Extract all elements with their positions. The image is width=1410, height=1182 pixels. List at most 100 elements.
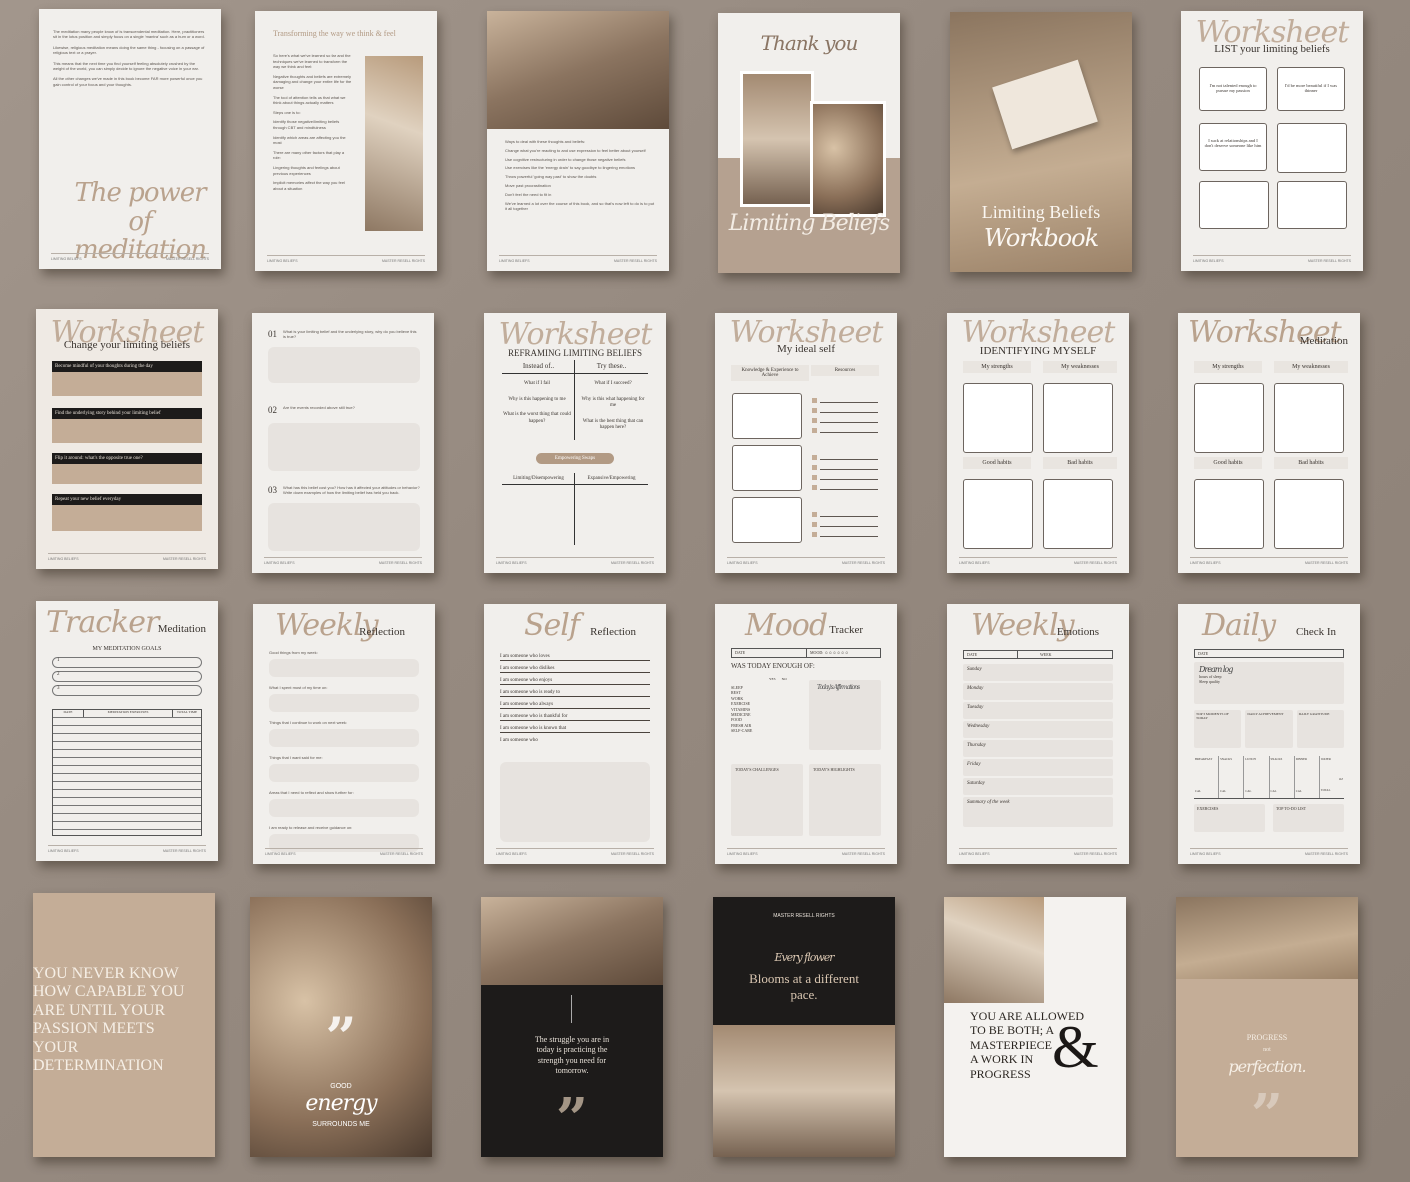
challenges-box[interactable]: TODAY'S CHALLENGES	[731, 764, 803, 836]
prompt-field[interactable]	[269, 799, 419, 817]
answer-field[interactable]	[268, 423, 420, 471]
quote-good-energy[interactable]: ” GOOD energy SURROUNDS ME	[250, 897, 432, 1157]
belief-box[interactable]: I'd be more beautiful if I was thinner	[1277, 67, 1345, 111]
swap-item: What if I fail	[524, 381, 550, 386]
goal-field[interactable]: 1	[52, 657, 202, 668]
belief-box[interactable]: I'm not talented enough to pursue my pas…	[1199, 67, 1267, 111]
date-field[interactable]: DATE	[732, 649, 806, 657]
date-field[interactable]: DATE	[964, 651, 1017, 658]
exercises-box[interactable]: EXERCISES	[1194, 804, 1265, 832]
weaknesses-box[interactable]	[1274, 383, 1344, 453]
goal-box[interactable]	[732, 445, 802, 491]
script-heading: Self	[524, 608, 580, 643]
page-change-beliefs[interactable]: Worksheet Change your limiting beliefs B…	[36, 309, 218, 569]
reflection-line[interactable]: I am someone who enjoys	[500, 678, 650, 685]
achievement-box[interactable]: DAILY ACHIEVEMENT	[1245, 710, 1293, 748]
top-moments-box[interactable]: TOP 3 MOMENTS OF TODAY	[1194, 710, 1242, 748]
tracker-table[interactable]: DATE MEDITATION EXERCISES TOTAL TIME	[52, 709, 202, 836]
good-habits-box[interactable]	[1194, 479, 1264, 549]
summary-row[interactable]: Summary of the week	[963, 797, 1113, 827]
reflection-line[interactable]: I am someone who always	[500, 702, 650, 709]
meals-table[interactable]: BREAKFAST CAL SNACKS CAL LUNCH CAL SNACKS CA…	[1194, 756, 1344, 799]
page-cover-workbook[interactable]: Limiting Beliefs Workbook	[950, 12, 1132, 272]
belief-box[interactable]	[1199, 181, 1269, 229]
script-heading: Tracker	[46, 605, 159, 640]
answer-field[interactable]	[268, 503, 420, 551]
goal-box[interactable]	[732, 393, 802, 439]
reflection-line[interactable]: I am someone who	[500, 738, 650, 744]
day-row[interactable]: Wednesday	[963, 721, 1113, 738]
reflection-line[interactable]: I am someone who loves	[500, 654, 650, 661]
dream-log-box[interactable]: Dream log hours of sleep Sleep quality	[1194, 662, 1344, 704]
quote-every-flower[interactable]: MASTER RESELL RIGHTS Every flower Blooms…	[713, 897, 895, 1157]
weaknesses-box[interactable]	[1043, 383, 1113, 453]
good-habits-box[interactable]	[963, 479, 1033, 549]
quote-never-know[interactable]: YOU NEVER KNOW HOW CAPABLE YOU ARE UNTIL…	[33, 893, 215, 1157]
section-label: Bad habits	[1043, 457, 1117, 469]
reflection-notes[interactable]	[500, 762, 650, 842]
day-row[interactable]: Saturday	[963, 778, 1113, 795]
strengths-box[interactable]	[963, 383, 1033, 453]
page-weekly-reflection[interactable]: Weekly Reflection Good things from my we…	[253, 604, 435, 864]
day-row[interactable]: Friday	[963, 759, 1113, 776]
bad-habits-box[interactable]	[1274, 479, 1344, 549]
bad-habits-box[interactable]	[1043, 479, 1113, 549]
goal-field[interactable]: 2	[52, 671, 202, 682]
page-questions[interactable]: 01 What is your limiting belief and the u…	[252, 313, 434, 573]
belief-box[interactable]: I suck at relationships and I don't dese…	[1199, 123, 1267, 171]
prompt-field[interactable]	[269, 694, 419, 712]
page-ways-to-deal[interactable]: Ways to deal with these thoughts and bel…	[487, 11, 669, 271]
step-notes[interactable]	[52, 419, 202, 443]
page-daily-check-in[interactable]: Daily Check In DATE Dream log hours of s…	[1178, 604, 1360, 864]
day-row[interactable]: Sunday	[963, 664, 1113, 681]
step-notes[interactable]	[52, 505, 202, 531]
question-text: Are the events recorded above still true…	[283, 405, 355, 410]
step-notes[interactable]	[52, 464, 202, 484]
step-bar: Find the underlying story behind your li…	[52, 408, 202, 419]
page-ideal-self[interactable]: Worksheet My ideal self Knowledge & Expe…	[715, 313, 897, 573]
divider-line	[571, 995, 572, 1023]
highlights-box[interactable]: TODAY'S HIGHLIGHTS	[809, 764, 881, 836]
week-field[interactable]: WEEK	[1017, 651, 1112, 658]
prompt-field[interactable]	[269, 659, 419, 677]
page-power-of-meditation[interactable]: The meditation many people know of is tr…	[39, 9, 221, 269]
paragraph: There are many other factors that play a…	[273, 149, 345, 161]
page-meditation-tracker[interactable]: Tracker Meditation MY MEDITATION GOALS 1…	[36, 601, 218, 861]
day-row[interactable]: Thursday	[963, 740, 1113, 757]
belief-box[interactable]	[1277, 123, 1347, 173]
strengths-box[interactable]	[1194, 383, 1264, 453]
prompt-field[interactable]	[269, 729, 419, 747]
page-mood-tracker[interactable]: Mood Tracker DATE MOOD: ☺☺☺☺☺☺ WAS TODAY…	[715, 604, 897, 864]
gratitude-box[interactable]: DAILY GRATITUDE	[1296, 710, 1344, 748]
day-row[interactable]: Monday	[963, 683, 1113, 700]
todo-box[interactable]: TOP TO-DO LIST	[1273, 804, 1344, 832]
step-notes[interactable]	[52, 372, 202, 396]
page-identifying-myself[interactable]: Worksheet IDENTIFYING MYSELF My strength…	[947, 313, 1129, 573]
day-row[interactable]: Tuesday	[963, 702, 1113, 719]
page-list-beliefs[interactable]: Worksheet LIST your limiting beliefs I'm…	[1181, 11, 1363, 271]
page-footer: LIMITING BELIEFS MASTER RESELL RIGHTS	[1193, 255, 1351, 263]
page-self-reflection[interactable]: Self Reflection I am someone who loves I…	[484, 604, 666, 864]
answer-field[interactable]	[268, 347, 420, 383]
belief-box[interactable]	[1277, 181, 1347, 229]
quote-masterpiece[interactable]: YOU ARE ALLOWED TO BE BOTH; A MASTERPIEC…	[944, 897, 1126, 1157]
mood-field[interactable]: MOOD: ☺☺☺☺☺☺	[806, 649, 880, 657]
reflection-line[interactable]: I am someone who is thankful for	[500, 714, 650, 721]
quote-struggle[interactable]: The struggle you are in today is practic…	[481, 897, 663, 1157]
quote-progress[interactable]: PROGRESS not perfection. ”	[1176, 897, 1358, 1157]
page-weekly-emotions[interactable]: Weekly Emotions DATE WEEK Sunday Monday …	[947, 604, 1129, 864]
reflection-line[interactable]: I am someone who is ready to	[500, 690, 650, 697]
page-meditation-worksheet[interactable]: Worksheet Meditation My strengths My wea…	[1178, 313, 1360, 573]
paragraph: Lingering thoughts and feelings about pr…	[273, 164, 340, 176]
page-reframing[interactable]: Worksheet REFRAMING LIMITING BELIEFS Ins…	[484, 313, 666, 573]
goal-box[interactable]	[732, 497, 802, 543]
page-transforming[interactable]: Transforming the way we think & feel So …	[255, 11, 437, 271]
date-field[interactable]: DATE	[1194, 649, 1344, 658]
prompt-field[interactable]	[269, 764, 419, 782]
page-thank-you[interactable]: Thank you Limiting Beliefs	[718, 13, 900, 273]
reflection-line[interactable]: I am someone who dislikes	[500, 666, 650, 673]
affirmations-box[interactable]: Today's Affirmations	[809, 680, 881, 750]
goal-field[interactable]: 3	[52, 685, 202, 696]
paragraph: Likewise, religious meditation means doi…	[53, 44, 205, 56]
reflection-line[interactable]: I am someone who is known that	[500, 726, 650, 733]
